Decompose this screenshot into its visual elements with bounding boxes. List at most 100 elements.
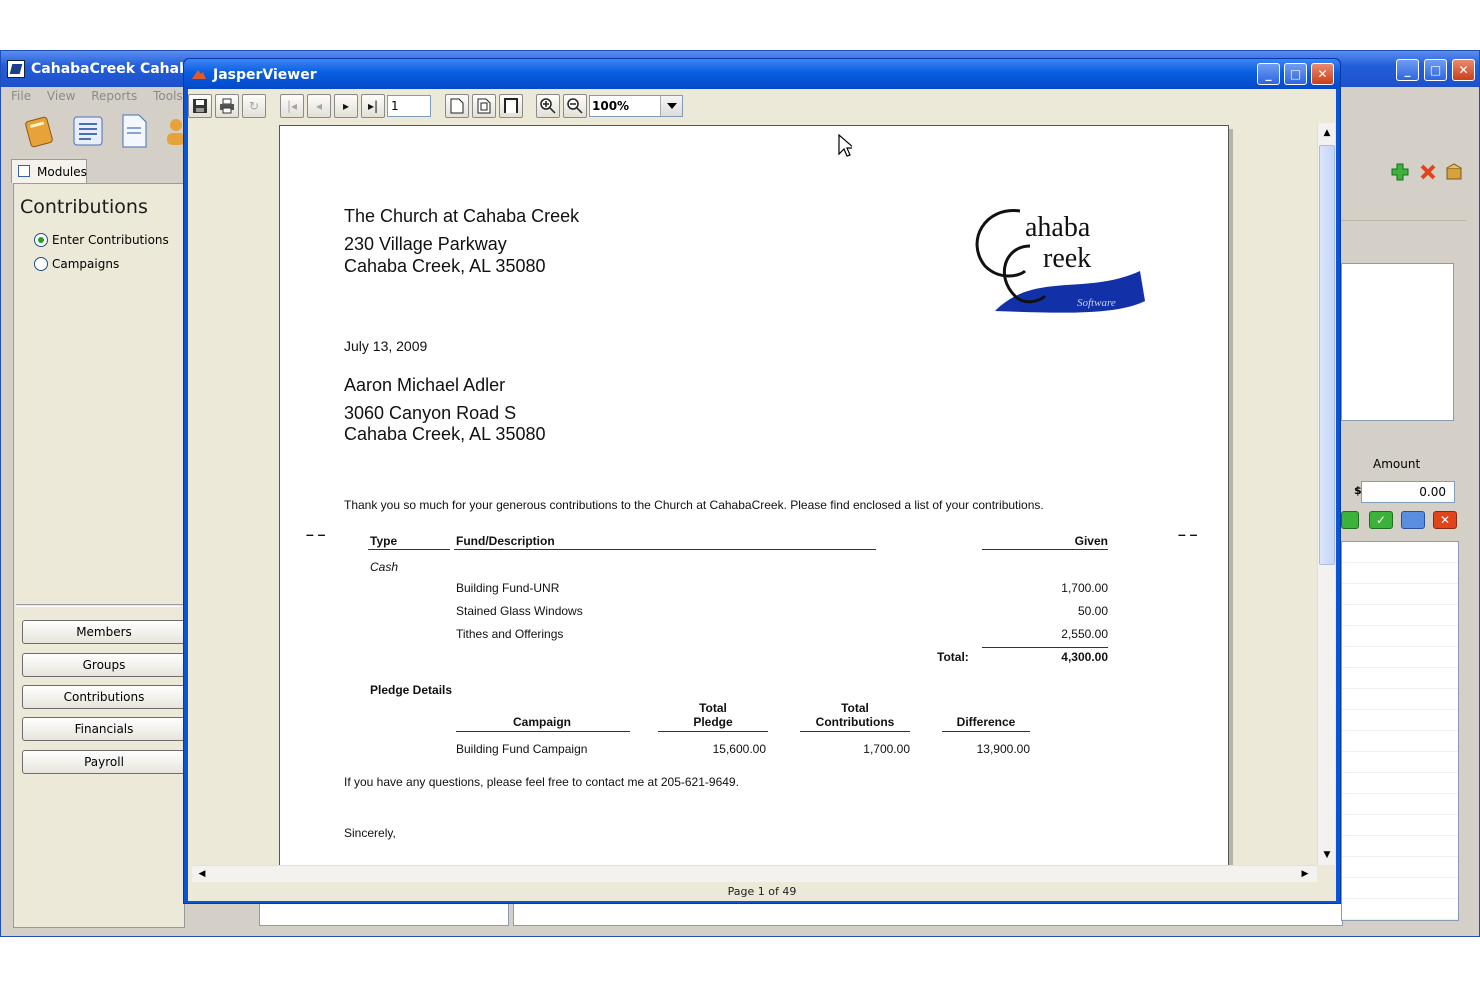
row-fund: Tithes and Offerings (456, 627, 564, 641)
scroll-up-icon[interactable]: ▲ (1319, 125, 1335, 141)
report-viewport[interactable]: The Church at Cahaba Creek 230 Village P… (192, 123, 1317, 865)
scroll-down-icon[interactable]: ▼ (1319, 847, 1335, 863)
amount-input[interactable]: 0.00 (1361, 481, 1455, 503)
recipient-address-line1: 3060 Canyon Road S (344, 403, 517, 423)
check-icon[interactable]: ✓ (1369, 511, 1393, 529)
panel-heading: Contributions (20, 196, 148, 218)
jv-minimize-icon[interactable]: _ (1257, 63, 1280, 85)
zoom-select[interactable]: 100% (589, 95, 683, 117)
rule-total (982, 647, 1108, 648)
last-page-icon[interactable]: ▸| (361, 94, 385, 118)
rule-type (368, 549, 450, 550)
scroll-left-icon[interactable]: ◀ (194, 866, 210, 882)
church-address-line2: Cahaba Creek, AL 35080 (344, 256, 546, 276)
zoom-in-icon[interactable] (536, 94, 560, 118)
radio-label-campaigns[interactable]: Campaigns (52, 257, 119, 271)
logo-line2: reek (1043, 243, 1091, 274)
vertical-scrollbar[interactable]: ▲ ▼ (1317, 123, 1335, 865)
radio-enter-contributions[interactable] (34, 233, 48, 247)
row-given: 50.00 (1077, 604, 1108, 618)
jasperviewer-title-bar: JasperViewer _ □ ✕ (184, 59, 1340, 89)
recipient-name: Aaron Michael Adler (344, 375, 506, 395)
total-label: Total: (937, 650, 969, 664)
actual-size-icon[interactable] (445, 94, 469, 118)
jasperviewer-body: ↻ |◂ ◂ ▸ ▸| 1 100% The Church at Cahaba … (188, 89, 1336, 901)
rule-fund (454, 549, 876, 550)
tab-modules[interactable]: Modules (11, 159, 87, 183)
letter-date: July 13, 2009 (344, 338, 428, 354)
jasper-logo-icon (192, 70, 206, 79)
intro-text: Thank you so much for your generous cont… (344, 498, 1044, 512)
fit-page-icon[interactable] (472, 94, 496, 118)
previous-page-icon[interactable]: ◂ (307, 94, 331, 118)
app-logo-icon (7, 60, 25, 78)
cancel-icon[interactable]: ✕ (1433, 511, 1457, 529)
page-number-input[interactable]: 1 (387, 95, 431, 117)
save-icon[interactable] (188, 94, 212, 118)
rule-given (982, 549, 1108, 550)
reload-icon[interactable]: ↻ (242, 94, 266, 118)
menu-view[interactable]: View (47, 89, 75, 103)
cash-label: Cash (370, 560, 399, 574)
document-icon[interactable] (117, 113, 151, 149)
pledge-heading: Pledge Details (370, 683, 453, 697)
right-panel: Amount $ 0.00 ✓ ✕ (1341, 151, 1471, 931)
viewer-toolbar: ↻ |◂ ◂ ▸ ▸| 1 100% (188, 89, 1336, 123)
pledge-difference: 13,900.00 (976, 742, 1030, 756)
maximize-icon[interactable]: □ (1424, 59, 1447, 81)
rule-contributions (800, 731, 910, 732)
chevron-down-icon[interactable] (660, 96, 682, 116)
header-fund: Fund/Description (456, 534, 555, 548)
jv-maximize-icon[interactable]: □ (1284, 63, 1307, 85)
add-line-icon[interactable] (1341, 511, 1359, 529)
first-page-icon[interactable]: |◂ (280, 94, 304, 118)
pledge-header-difference: Difference (956, 715, 1016, 729)
jv-close-icon[interactable]: ✕ (1311, 63, 1334, 85)
next-page-icon[interactable]: ▸ (334, 94, 358, 118)
members-button[interactable]: Members (22, 620, 186, 644)
vertical-scroll-thumb[interactable] (1319, 145, 1335, 565)
pledge-header-pledge-line1: Total (699, 701, 727, 715)
row-given: 2,550.00 (1061, 627, 1108, 641)
package-icon[interactable] (1445, 163, 1463, 181)
fit-width-icon[interactable] (499, 94, 523, 118)
pledge-header-campaign: Campaign (512, 715, 571, 729)
list-report-icon[interactable] (71, 113, 105, 149)
menu-reports[interactable]: Reports (91, 89, 137, 103)
financials-button[interactable]: Financials (22, 717, 186, 741)
rule-difference (942, 731, 1030, 732)
minimize-icon[interactable]: _ (1396, 59, 1419, 81)
closing-text: Sincerely, (344, 826, 396, 840)
add-icon[interactable] (1391, 163, 1409, 181)
pledge-header-pledge-line2: Pledge (693, 715, 733, 729)
zoom-out-icon[interactable] (563, 94, 587, 118)
church-address-line1: 230 Village Parkway (344, 234, 507, 254)
menu-tools[interactable]: Tools (153, 89, 183, 103)
scroll-right-icon[interactable]: ▶ (1297, 866, 1313, 882)
modules-tab-label: Modules (37, 165, 87, 179)
notes-area[interactable] (1341, 263, 1454, 421)
modules-icon (18, 165, 30, 177)
radio-campaigns[interactable] (34, 257, 48, 271)
radio-label-enter-contributions[interactable]: Enter Contributions (52, 233, 169, 247)
menu-file[interactable]: File (11, 89, 31, 103)
row-fund: Stained Glass Windows (456, 604, 583, 618)
jasperviewer-window: JasperViewer _ □ ✕ ↻ |◂ ◂ ▸ ▸| 1 100% Th… (183, 58, 1341, 904)
print-icon[interactable] (215, 94, 239, 118)
refresh-icon[interactable] (1401, 511, 1425, 529)
row-given: 1,700.00 (1061, 581, 1108, 595)
delete-icon[interactable] (1419, 163, 1437, 181)
horizontal-scrollbar[interactable]: ◀ ▶ (192, 865, 1317, 882)
pledge-header-contrib-line2: Contributions (815, 715, 895, 729)
contributions-list[interactable] (1341, 541, 1459, 921)
contributions-book-icon[interactable] (23, 113, 57, 149)
close-icon[interactable]: ✕ (1452, 59, 1475, 81)
report-page: The Church at Cahaba Creek 230 Village P… (279, 125, 1229, 865)
recipient-address-line2: Cahaba Creek, AL 35080 (344, 424, 546, 444)
rule-pledge (658, 731, 768, 732)
main-toolbar (11, 113, 186, 153)
groups-button[interactable]: Groups (22, 653, 186, 677)
contributions-button[interactable]: Contributions (22, 685, 186, 709)
rule-campaign (456, 731, 630, 732)
payroll-button[interactable]: Payroll (22, 750, 186, 774)
